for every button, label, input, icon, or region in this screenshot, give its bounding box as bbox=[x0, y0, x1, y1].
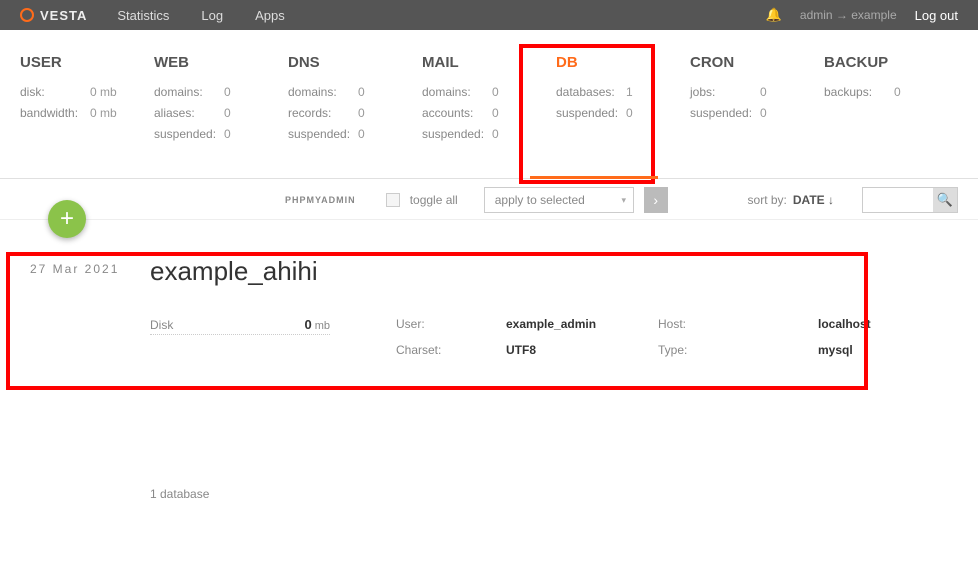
panel-title-backup: BACKUP bbox=[824, 54, 946, 71]
stat-host: Host: bbox=[658, 317, 818, 331]
panel-title-user: USER bbox=[20, 54, 142, 71]
database-name[interactable]: example_ahihi bbox=[150, 256, 958, 287]
search-input[interactable] bbox=[863, 193, 933, 207]
search-icon: 🔍 bbox=[937, 192, 953, 208]
topbar-right: 🔔 admin → example Log out bbox=[766, 7, 958, 23]
panel-title-cron: CRON bbox=[690, 54, 812, 71]
brand-name: VESTA bbox=[40, 8, 87, 23]
panel-mail[interactable]: MAIL domains:0 accounts:0 suspended:0 bbox=[422, 54, 556, 148]
panel-cron[interactable]: CRON jobs:0 suspended:0 bbox=[690, 54, 824, 148]
bulk-action-value: apply to selected bbox=[485, 193, 615, 207]
stat-user: User:example_admin bbox=[396, 317, 658, 331]
phpmyadmin-link[interactable]: PHPMYADMIN bbox=[285, 195, 356, 205]
user-breadcrumb[interactable]: admin → example bbox=[800, 8, 897, 22]
panel-dns[interactable]: DNS domains:0 records:0 suspended:0 bbox=[288, 54, 422, 148]
stat-charset: Charset:UTF8 bbox=[396, 343, 658, 357]
top-bar: VESTA Statistics Log Apps 🔔 admin → exam… bbox=[0, 0, 978, 30]
add-database-button[interactable]: + bbox=[48, 200, 86, 238]
item-date: 27 Mar 2021 bbox=[30, 256, 150, 357]
bulk-action-apply-button[interactable]: › bbox=[644, 187, 668, 213]
panel-title-dns: DNS bbox=[288, 54, 410, 71]
database-count: 1 database bbox=[0, 477, 978, 511]
logout-link[interactable]: Log out bbox=[915, 8, 958, 23]
panel-user[interactable]: USER disk:0 mb bandwidth:0 mb bbox=[20, 54, 154, 148]
database-item[interactable]: 27 Mar 2021 example_ahihi Disk 0 mb User… bbox=[0, 220, 978, 387]
panel-backup[interactable]: BACKUP backups:0 bbox=[824, 54, 958, 148]
toggle-all-checkbox[interactable] bbox=[386, 193, 400, 207]
panel-web[interactable]: WEB domains:0 aliases:0 suspended:0 bbox=[154, 54, 288, 148]
panel-title-db: DB bbox=[556, 54, 678, 71]
search-box: 🔍 bbox=[862, 187, 958, 213]
bulk-action-select[interactable]: apply to selected ▾ bbox=[484, 187, 634, 213]
sort-value: DATE ↓ bbox=[793, 193, 834, 207]
notifications-icon[interactable]: 🔔 bbox=[766, 7, 782, 23]
plus-icon: + bbox=[60, 205, 74, 233]
stat-type: Type: bbox=[658, 343, 818, 357]
chevron-down-icon: ▾ bbox=[615, 195, 633, 206]
panel-title-web: WEB bbox=[154, 54, 276, 71]
sort-control[interactable]: sort by: DATE ↓ bbox=[748, 193, 834, 207]
stat-disk: Disk 0 mb bbox=[150, 317, 330, 335]
nav-log[interactable]: Log bbox=[201, 8, 223, 23]
sort-label: sort by: bbox=[748, 193, 787, 207]
nav-statistics[interactable]: Statistics bbox=[117, 8, 169, 23]
list-toolbar: PHPMYADMIN toggle all apply to selected … bbox=[0, 179, 978, 220]
database-stats: Disk 0 mb User:example_admin Charset:UTF… bbox=[150, 317, 958, 357]
type-value: mysql bbox=[818, 343, 853, 357]
host-value: localhost bbox=[818, 317, 871, 331]
toggle-all-label[interactable]: toggle all bbox=[410, 193, 458, 207]
panel-db[interactable]: DB databases:1 suspended:0 bbox=[556, 54, 690, 148]
top-nav: Statistics Log Apps bbox=[117, 8, 284, 23]
search-button[interactable]: 🔍 bbox=[933, 188, 957, 212]
panel-title-mail: MAIL bbox=[422, 54, 544, 71]
nav-apps[interactable]: Apps bbox=[255, 8, 285, 23]
vesta-logo-icon bbox=[20, 8, 34, 22]
brand-logo[interactable]: VESTA bbox=[20, 8, 87, 23]
panel-nav: USER disk:0 mb bandwidth:0 mb WEB domain… bbox=[0, 30, 978, 179]
item-main: example_ahihi Disk 0 mb User:example_adm… bbox=[150, 256, 958, 357]
database-list: 27 Mar 2021 example_ahihi Disk 0 mb User… bbox=[0, 220, 978, 387]
arrow-right-icon: › bbox=[653, 192, 658, 208]
